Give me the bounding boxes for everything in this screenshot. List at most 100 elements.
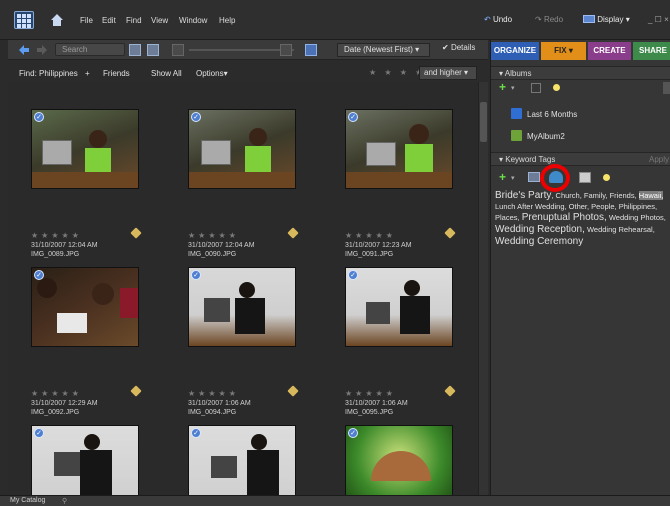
rating-stars[interactable]: ★★★★★ [345, 389, 396, 398]
redo-button[interactable]: ↷ Redo [535, 15, 563, 24]
show-all-button[interactable]: Show All [151, 69, 182, 78]
album-options-icon[interactable]: ▾ [511, 84, 515, 92]
menu-window[interactable]: Window [179, 16, 207, 25]
photo[interactable] [345, 109, 453, 189]
rating-comparison-select[interactable]: and higher ▾ [419, 66, 477, 80]
selected-check-icon: ✓ [191, 428, 201, 438]
selected-check-icon: ✓ [348, 112, 358, 122]
display-icon [583, 15, 595, 23]
catalog-label[interactable]: My Catalog [10, 497, 45, 504]
photo[interactable] [345, 267, 453, 347]
tab-fix[interactable]: FIX ▾ [541, 42, 586, 60]
keyword-tags-title: Keyword Tags [505, 155, 556, 164]
find-label: Find: Philippines [19, 69, 78, 78]
album-panel-scroll[interactable] [663, 82, 670, 94]
keyword-image-icon[interactable] [579, 172, 591, 183]
highlight-circle [540, 164, 570, 192]
photo[interactable] [31, 109, 139, 189]
photo-filename: IMG_0091.JPG [345, 251, 394, 258]
keyword-brides-party[interactable]: Bride's Party [495, 190, 551, 201]
home-icon[interactable] [50, 13, 64, 27]
view-grid-icon[interactable] [147, 44, 159, 56]
zoom-large-icon[interactable] [280, 44, 292, 56]
photo[interactable] [31, 425, 139, 495]
options-menu[interactable]: Options▾ [196, 69, 228, 78]
menu-help[interactable]: Help [219, 16, 235, 25]
keyword-list[interactable]: , Church, Family, Friends, [551, 191, 636, 200]
photo-filename: IMG_0092.JPG [31, 409, 80, 416]
rating-stars[interactable]: ★★★★★ [31, 389, 82, 398]
thumbnail-zoom-slider[interactable] [189, 49, 294, 51]
display-button[interactable]: Display ▾ [583, 15, 630, 24]
search-input[interactable]: Search [55, 43, 125, 56]
view-date-icon[interactable] [172, 44, 184, 56]
keyword-wedding-ceremony[interactable]: Wedding Ceremony [495, 236, 583, 247]
album-myalbum2[interactable]: MyAlbum2 [511, 130, 565, 141]
tab-organize[interactable]: ORGANIZE [491, 42, 539, 60]
keyword-find-icon[interactable] [528, 172, 540, 182]
keyword-wedding-rehearsal[interactable]: Wedding Rehearsal, [587, 225, 655, 234]
add-album-icon[interactable]: + [499, 80, 506, 94]
keyword-wedding-reception[interactable]: Wedding Reception, [495, 224, 585, 235]
selected-check-icon: ✓ [348, 428, 358, 438]
photo[interactable] [31, 267, 139, 347]
keyword-hawaii[interactable]: Hawaii, [638, 191, 664, 200]
back-arrow-icon[interactable] [18, 44, 30, 56]
keyword-places[interactable]: Places, [495, 213, 520, 222]
tab-share[interactable]: SHARE [633, 42, 670, 60]
album-last-6-months[interactable]: Last 6 Months [511, 108, 577, 119]
menu-view[interactable]: View [151, 16, 168, 25]
photo-meta: 31/10/2007 1:06 AM IMG_0095.JPG [345, 399, 408, 417]
selected-check-icon: ✓ [34, 270, 44, 280]
window-controls[interactable]: _ ☐ × [648, 15, 669, 24]
album-edit-icon[interactable] [531, 83, 541, 93]
keyword-wedding-photos[interactable]: Wedding Photos, [609, 213, 666, 222]
rating-stars[interactable]: ★★★★★ [188, 231, 239, 240]
redo-label: Redo [543, 15, 564, 24]
tab-create[interactable]: CREATE [588, 42, 631, 60]
photo[interactable] [188, 109, 296, 189]
album-label: MyAlbum2 [527, 132, 565, 141]
rating-stars[interactable]: ★★★★★ [31, 231, 82, 240]
album-bulb-icon[interactable] [553, 84, 560, 91]
full-screen-icon[interactable] [305, 44, 317, 56]
find-plus: + [85, 69, 90, 78]
keyword-bulb-icon[interactable] [603, 174, 610, 181]
find-friends-tag[interactable]: Friends [103, 69, 130, 78]
photo-meta: 31/10/2007 1:06 AM IMG_0094.JPG [188, 399, 251, 417]
checkmark-icon: ✔ [442, 43, 451, 52]
add-keyword-icon[interactable]: + [499, 170, 506, 184]
catalog-lock-icon[interactable]: ⚲ [62, 497, 67, 505]
keyword-tag-icon [287, 385, 299, 397]
sort-order-select[interactable]: Date (Newest First) ▾ [337, 43, 430, 57]
undo-icon: ↶ [484, 15, 493, 24]
keyword-list[interactable]: Lunch After Wedding, Other, People, Phil… [495, 202, 657, 211]
photo[interactable] [188, 425, 296, 495]
rating-stars[interactable]: ★★★★★ [188, 389, 239, 398]
menu-find[interactable]: Find [126, 16, 142, 25]
menu-file[interactable]: File [80, 16, 93, 25]
photo-grid: ✓ ★★★★★ 31/10/2007 12:04 AM IMG_0089.JPG … [8, 82, 478, 495]
photo-filename: IMG_0094.JPG [188, 409, 237, 416]
menu-edit[interactable]: Edit [102, 16, 116, 25]
organizer-grid-icon[interactable] [14, 11, 34, 29]
details-checkbox[interactable]: ✔ Details [442, 43, 475, 52]
albums-title: Albums [504, 69, 532, 78]
photo[interactable] [188, 267, 296, 347]
rating-stars[interactable]: ★★★★★ [345, 231, 396, 240]
scrollbar-thumb[interactable] [480, 102, 487, 142]
keyword-tags-header[interactable]: ▾ Keyword Tags Apply [491, 152, 670, 166]
options-label: Options [196, 69, 224, 78]
display-label: Display [597, 15, 624, 24]
undo-button[interactable]: ↶ Undo [484, 15, 512, 24]
apply-button[interactable]: Apply [649, 153, 669, 166]
keyword-prenuptual-photos[interactable]: Prenuptual Photos, [522, 212, 607, 223]
view-single-icon[interactable] [129, 44, 141, 56]
photo[interactable] [345, 425, 453, 495]
grid-scrollbar[interactable] [478, 82, 488, 495]
selected-check-icon: ✓ [34, 112, 44, 122]
albums-header[interactable]: ▾ Albums [491, 66, 670, 80]
keyword-options-icon[interactable]: ▾ [511, 174, 515, 182]
right-panel: ORGANIZE FIX ▾ CREATE SHARE ▾ Albums + ▾… [490, 40, 670, 495]
forward-arrow-icon[interactable] [36, 44, 48, 56]
